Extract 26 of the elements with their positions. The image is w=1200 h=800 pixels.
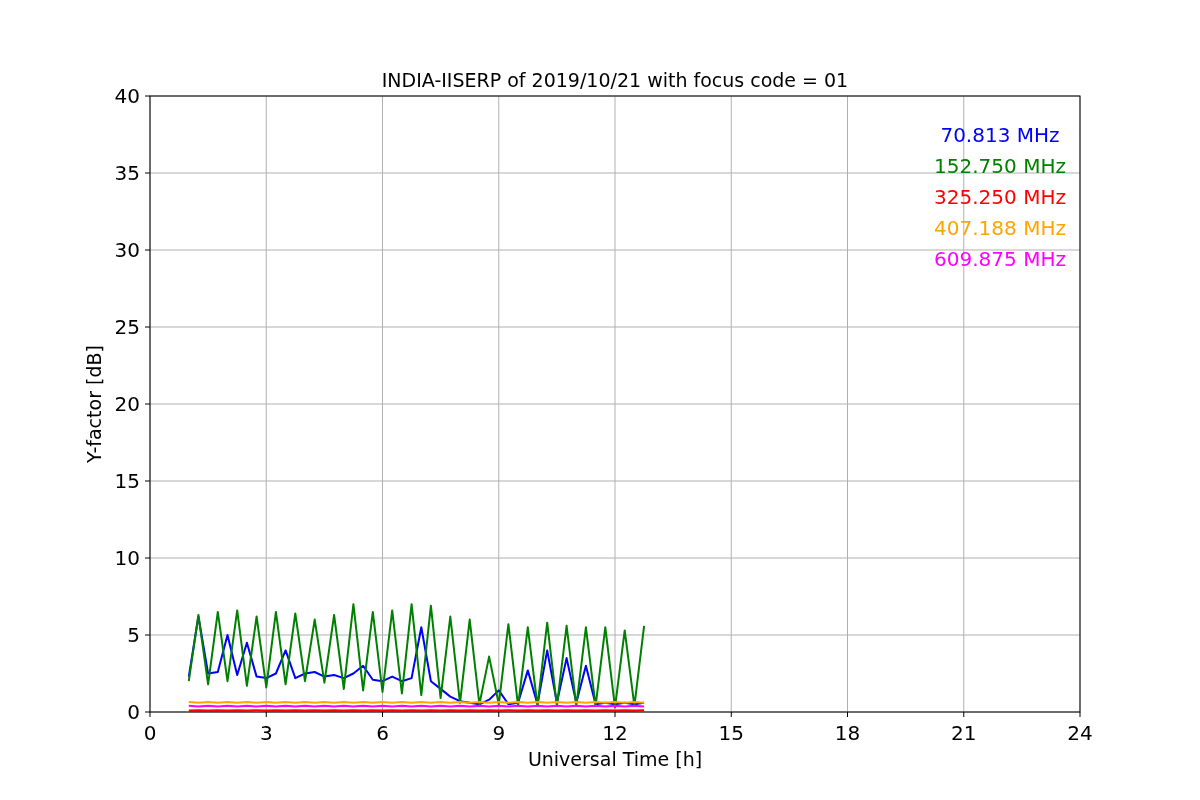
legend-entry: 152.750 MHz <box>934 154 1066 178</box>
y-tick-label: 30 <box>114 238 140 262</box>
legend-entry: 407.188 MHz <box>934 216 1066 240</box>
x-tick-label: 12 <box>602 721 628 745</box>
y-tick-label: 5 <box>127 623 140 647</box>
x-tick-label: 21 <box>951 721 977 745</box>
y-tick-label: 35 <box>114 161 140 185</box>
y-tick-label: 25 <box>114 315 140 339</box>
x-tick-label: 9 <box>492 721 506 745</box>
x-tick-label: 0 <box>143 721 157 745</box>
y-tick-label: 0 <box>127 700 140 724</box>
y-tick-label: 15 <box>114 469 140 493</box>
x-tick-label: 24 <box>1067 721 1093 745</box>
y-tick-label: 10 <box>114 546 140 570</box>
x-axis-label: Universal Time [h] <box>527 748 703 770</box>
x-tick-label: 6 <box>376 721 389 745</box>
y-tick-label: 40 <box>114 84 140 108</box>
y-axis-label: Y-factor [dB] <box>83 345 105 463</box>
legend-entry: 70.813 MHz <box>940 123 1060 147</box>
x-tick-label: 3 <box>259 721 273 745</box>
x-tick-label: 15 <box>718 721 744 745</box>
y-tick-label: 20 <box>114 392 140 416</box>
x-tick-label: 18 <box>834 721 861 745</box>
legend-entry: 609.875 MHz <box>934 247 1066 271</box>
chart-title: INDIA-IISERP of 2019/10/21 with focus code = 01 <box>381 69 849 91</box>
legend-entry: 325.250 MHz <box>934 185 1066 209</box>
